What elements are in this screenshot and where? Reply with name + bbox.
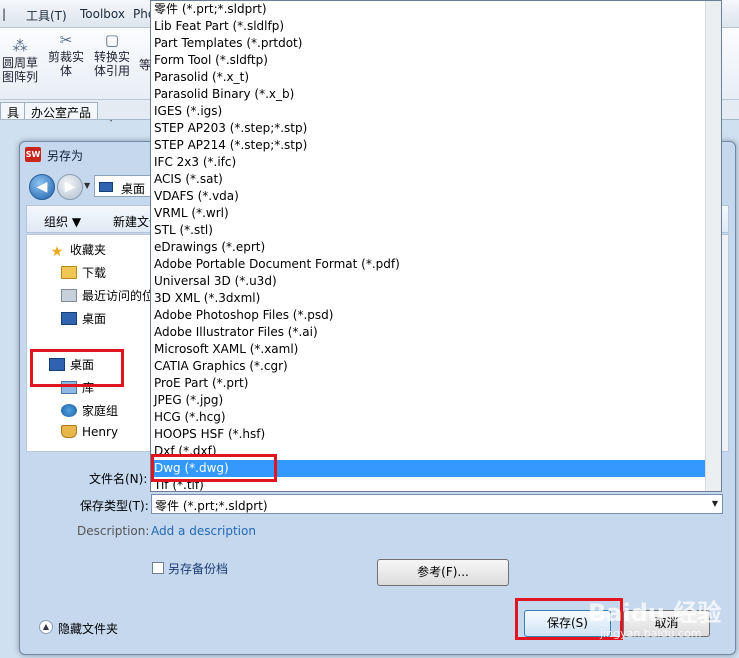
downloads-folder-icon <box>61 266 77 279</box>
filetype-option[interactable]: eDrawings (*.eprt) <box>151 239 721 256</box>
nav-favorites-label: 收藏夹 <box>70 243 107 257</box>
user-folder-icon <box>61 425 77 438</box>
star-icon: ★ <box>50 244 64 260</box>
menu-tools[interactable]: 工具(T) <box>26 7 67 24</box>
filetype-label: 保存类型(T): <box>80 499 149 513</box>
nav-homegroup[interactable]: 家庭组 <box>61 402 118 419</box>
circular-pattern-label: 圆周草 图阵列 <box>1 56 38 84</box>
add-description-link[interactable]: Add a description <box>151 524 256 538</box>
filetype-option[interactable]: ProE Part (*.prt) <box>151 375 721 392</box>
filetype-option[interactable]: Parasolid (*.x_t) <box>151 69 721 86</box>
filename-label: 文件名(N): <box>89 472 148 486</box>
nav-desktop-favorite[interactable]: 桌面 <box>61 310 106 327</box>
tab-office-products[interactable]: 办公室产品 <box>24 102 99 120</box>
dialog-title: 另存为 <box>47 149 84 163</box>
menu-toolbox[interactable]: Toolbox <box>80 7 125 21</box>
filetype-option[interactable]: STEP AP214 (*.step;*.stp) <box>151 137 721 154</box>
highlight-desktop <box>30 349 124 387</box>
baidu-watermark-url: jingyan.baidu.com <box>600 627 702 640</box>
circular-pattern-icon: ⁂ <box>12 37 28 55</box>
chevron-up-icon[interactable]: ▲ <box>39 620 53 634</box>
filetype-option[interactable]: IFC 2x3 (*.ifc) <box>151 154 721 171</box>
chevron-down-icon[interactable]: ▼ <box>712 499 718 508</box>
arrow-right-icon: ▶ <box>64 179 76 195</box>
convert-label: 转换实 体引用 <box>93 50 130 78</box>
filetype-option[interactable]: Parasolid Binary (*.x_b) <box>151 86 721 103</box>
save-backup-checkbox[interactable] <box>152 562 164 574</box>
filetype-option[interactable]: Part Templates (*.prtdot) <box>151 35 721 52</box>
nav-user-folder[interactable]: Henry <box>61 425 118 439</box>
nav-desktop-fav-label: 桌面 <box>82 312 107 326</box>
filetype-option[interactable]: Adobe Portable Document Format (*.pdf) <box>151 256 721 273</box>
filetype-option[interactable]: VDAFS (*.vda) <box>151 188 721 205</box>
highlight-dwg-option <box>151 454 277 482</box>
filetype-value: 零件 (*.prt;*.sldprt) <box>155 499 268 513</box>
desktop-icon <box>99 182 113 192</box>
trim-entities-button[interactable]: ✂ 剪裁实 体 <box>44 32 88 78</box>
filetype-option[interactable]: Form Tool (*.sldftp) <box>151 52 721 69</box>
filetype-option[interactable]: STEP AP203 (*.step;*.stp) <box>151 120 721 137</box>
filetype-option[interactable]: Lib Feat Part (*.sldlfp) <box>151 18 721 35</box>
new-folder-button[interactable]: 新建文件夹 <box>113 213 153 230</box>
hide-folders-toggle[interactable]: 隐藏文件夹 <box>58 620 118 637</box>
menu-edge[interactable]: | <box>2 7 6 21</box>
filetype-option[interactable]: VRML (*.wrl) <box>151 205 721 222</box>
nav-downloads[interactable]: 下载 <box>61 264 106 281</box>
filetype-option[interactable]: CATIA Graphics (*.cgr) <box>151 358 721 375</box>
convert-entities-button[interactable]: ▢ 转换实 体引用 <box>90 32 134 78</box>
filetype-option[interactable]: 3D XML (*.3dxml) <box>151 290 721 307</box>
trim-icon: ✂ <box>59 31 73 49</box>
tab-tools[interactable]: 具 <box>0 102 27 120</box>
recent-places-icon <box>61 289 77 302</box>
filetype-options: 零件 (*.prt;*.sldprt) Lib Feat Part (*.sldl… <box>151 1 721 494</box>
filetype-option[interactable]: JPEG (*.jpg) <box>151 392 721 409</box>
save-backup-label[interactable]: 另存备份档 <box>168 560 228 577</box>
back-button[interactable]: ◀ <box>29 174 55 200</box>
nav-user-label: Henry <box>82 425 119 439</box>
trim-label: 剪裁实 体 <box>47 50 84 78</box>
filetype-option[interactable]: HOOPS HSF (*.hsf) <box>151 426 721 443</box>
filetype-option[interactable]: Universal 3D (*.u3d) <box>151 273 721 290</box>
baidu-watermark: Baidu 经验 <box>588 599 722 627</box>
forward-button[interactable]: ▶ <box>57 174 83 200</box>
homegroup-icon <box>61 404 77 417</box>
filetype-select[interactable]: 零件 (*.prt;*.sldprt) ▼ <box>151 494 723 514</box>
desktop-icon <box>61 312 77 325</box>
filetype-option[interactable]: IGES (*.igs) <box>151 103 721 120</box>
filetype-option[interactable]: Microsoft XAML (*.xaml) <box>151 341 721 358</box>
filetype-dropdown-list: 零件 (*.prt;*.sldprt) Lib Feat Part (*.sldl… <box>150 0 722 492</box>
organize-button[interactable]: 组织 ▼ <box>44 213 81 230</box>
history-dropdown-icon[interactable]: ▼ <box>84 181 90 190</box>
convert-icon: ▢ <box>104 31 120 49</box>
filetype-option[interactable]: Adobe Photoshop Files (*.psd) <box>151 307 721 324</box>
description-label: Description: <box>77 524 150 538</box>
circular-sketch-pattern-button[interactable]: ⁂ 圆周草 图阵列 <box>0 38 40 84</box>
nav-downloads-label: 下载 <box>82 266 107 280</box>
filetype-option[interactable]: 零件 (*.prt;*.sldprt) <box>151 1 721 18</box>
navigation-pane: ★ 收藏夹 下载 最近访问的位置 桌面 桌面 库 家庭组 Henry <box>26 234 166 452</box>
address-text: 桌面 <box>121 182 146 196</box>
nav-favorites[interactable]: ★ 收藏夹 <box>49 241 106 259</box>
nav-homegroup-label: 家庭组 <box>82 404 119 418</box>
filetype-option[interactable]: HCG (*.hcg) <box>151 409 721 426</box>
filetype-option[interactable]: STL (*.stl) <box>151 222 721 239</box>
filetype-option[interactable]: ACIS (*.sat) <box>151 171 721 188</box>
browse-button[interactable]: 参考(F)... <box>377 559 509 586</box>
solidworks-logo-icon: SW <box>25 147 41 162</box>
dropdown-scrollbar[interactable] <box>705 1 721 491</box>
arrow-left-icon: ◀ <box>36 179 48 195</box>
filetype-option[interactable]: Adobe Illustrator Files (*.ai) <box>151 324 721 341</box>
